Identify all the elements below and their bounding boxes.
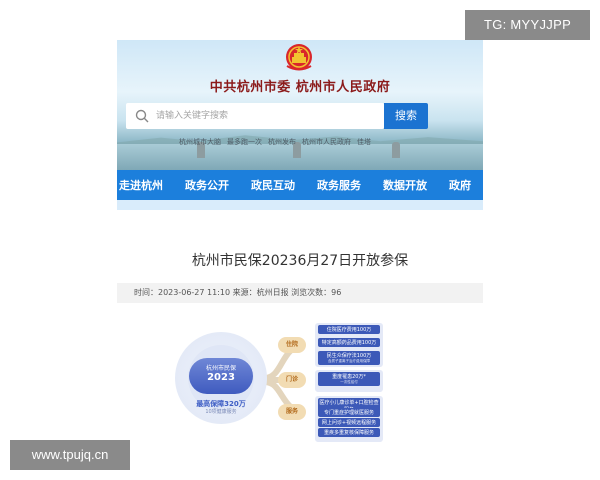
nav-item-gov-affairs[interactable]: 政务公开 bbox=[185, 177, 229, 193]
summary-pill: 杭州市民保 2023 bbox=[189, 358, 253, 394]
watermark-bottom-left: www.tpujq.cn bbox=[10, 440, 130, 470]
nav-item-interaction[interactable]: 政民互动 bbox=[251, 177, 295, 193]
service-box-label: 重疾多重复核保障服务 bbox=[323, 430, 374, 436]
quick-link[interactable]: 杭州城市大脑 bbox=[179, 137, 221, 147]
site-banner: 中共杭州市委 杭州市人民政府 搜索 杭州城市大脑 最多跑一次 杭州发布 杭州市人… bbox=[117, 40, 483, 170]
nav-item-open-data[interactable]: 数据开放 bbox=[383, 177, 427, 193]
coverage-box: 民生众保疗法100万 含质子重离子治疗费用保障 bbox=[318, 351, 380, 365]
infographic: 杭州市民保 2023 最高保障320万 10项健康服务 住院 门诊 服务 住院医… bbox=[175, 320, 405, 445]
service-box: 重疾多重复核保障服务 bbox=[318, 428, 380, 437]
quick-link[interactable]: 杭州市人民政府 bbox=[302, 137, 351, 147]
nav-item-government[interactable]: 政府 bbox=[449, 177, 471, 193]
gov-site: 中共杭州市委 杭州市人民政府 搜索 杭州城市大脑 最多跑一次 杭州发布 杭州市人… bbox=[117, 40, 483, 442]
nav-divider bbox=[117, 200, 483, 210]
pill-line1: 杭州市民保 bbox=[205, 365, 236, 372]
article-meta: 时间：2023-06-27 11:10 来源：杭州日报 浏览次数：96 bbox=[117, 283, 483, 303]
national-emblem-icon bbox=[286, 44, 312, 71]
coverage-box-sub: 含质子重离子治疗费用保障 bbox=[328, 359, 370, 363]
service-box: 专门重症护理就医服务 bbox=[318, 408, 380, 417]
category-service: 服务 bbox=[278, 404, 306, 420]
pill-line2: 2023 bbox=[207, 372, 235, 383]
search-box bbox=[126, 103, 384, 129]
watermark-top-right: TG: MYYJJPP bbox=[465, 10, 590, 40]
coverage-box-label: 特定高额药品费用100万 bbox=[321, 340, 377, 346]
quick-links: 杭州城市大脑 最多跑一次 杭州发布 杭州市人民政府 佳塔 bbox=[179, 137, 371, 147]
service-box-label: 专门重症护理就医服务 bbox=[323, 410, 374, 416]
coverage-box-sub: 一次性给付 bbox=[340, 380, 358, 384]
coverage-box: 住院医疗费用100万 bbox=[318, 325, 380, 334]
quick-link[interactable]: 最多跑一次 bbox=[227, 137, 262, 147]
coverage-box: 特定高额药品费用100万 bbox=[318, 338, 380, 347]
quick-link[interactable]: 杭州发布 bbox=[268, 137, 296, 147]
search-input[interactable] bbox=[156, 104, 376, 128]
coverage-box-label: 住院医疗费用100万 bbox=[326, 327, 372, 333]
services-count-label: 10项健康服务 bbox=[205, 409, 237, 415]
search-button[interactable]: 搜索 bbox=[384, 103, 428, 129]
category-inpatient: 住院 bbox=[278, 337, 306, 353]
coverage-box: 重度罹患20万* 一次性给付 bbox=[318, 372, 380, 386]
main-nav: 走进杭州 政务公开 政民互动 政务服务 数据开放 政府 bbox=[117, 170, 483, 200]
category-outpatient: 门诊 bbox=[278, 372, 306, 388]
service-box: 网上问诊+视频远程服务 bbox=[318, 418, 380, 427]
pagoda-icon bbox=[392, 142, 400, 158]
search-icon bbox=[135, 109, 149, 123]
service-box-label: 网上问诊+视频远程服务 bbox=[321, 420, 377, 426]
quick-link[interactable]: 佳塔 bbox=[357, 137, 371, 147]
site-title: 中共杭州市委 杭州市人民政府 bbox=[209, 80, 391, 95]
article-title: 杭州市民保20236月27日开放参保 bbox=[191, 253, 409, 269]
nav-item-about[interactable]: 走进杭州 bbox=[119, 177, 163, 193]
nav-item-services[interactable]: 政务服务 bbox=[317, 177, 361, 193]
